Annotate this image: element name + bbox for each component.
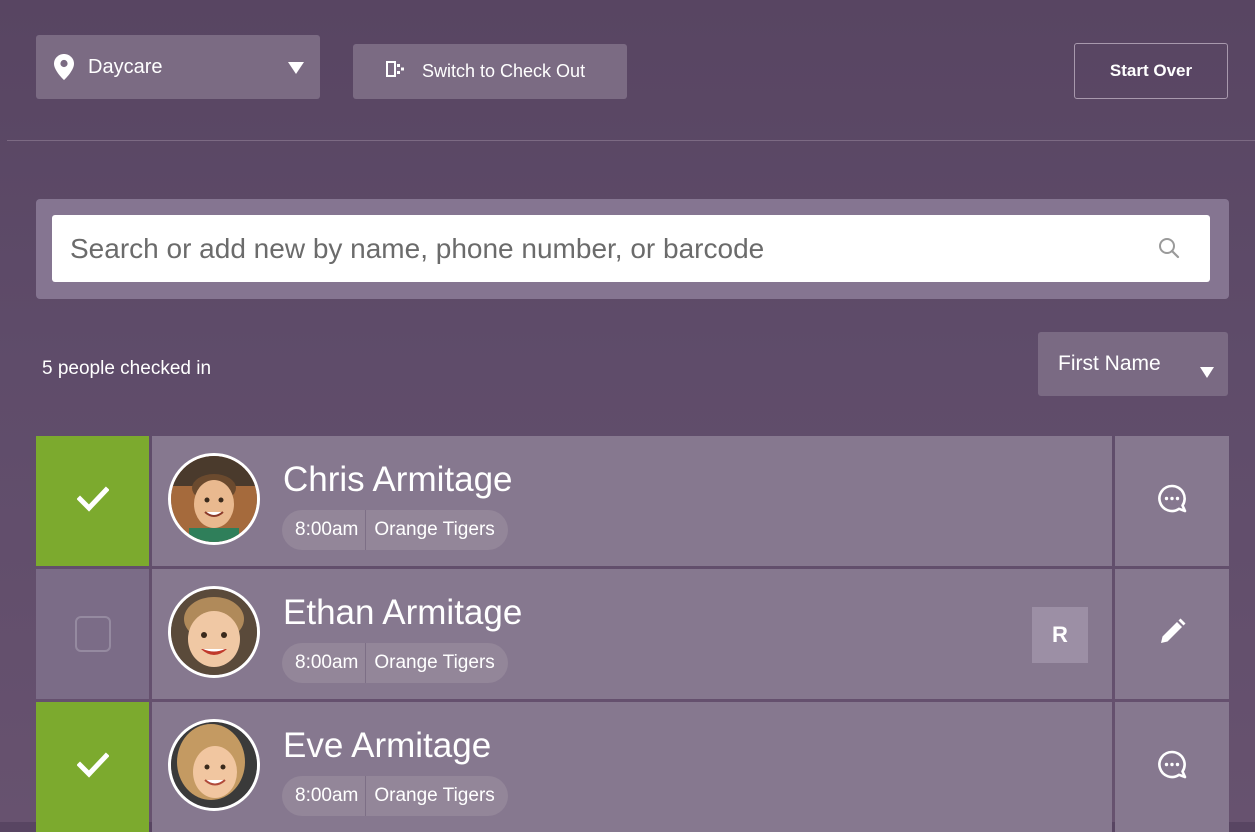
- message-icon: [1157, 750, 1187, 785]
- avatar: [168, 586, 260, 678]
- checkin-time: 8:00am: [282, 776, 367, 816]
- location-select-value: Daycare: [88, 55, 163, 78]
- person-name: Chris Armitage: [283, 460, 513, 499]
- switch-to-check-out-button[interactable]: Switch to Check Out: [353, 44, 627, 99]
- location-select[interactable]: Daycare: [36, 35, 320, 99]
- message-button[interactable]: [1115, 436, 1229, 566]
- person-info[interactable]: Chris Armitage 8:00am Orange Tigers: [152, 436, 1112, 566]
- check-in-toggle[interactable]: [36, 702, 149, 832]
- chevron-down-icon: [1200, 360, 1214, 384]
- check-in-toggle[interactable]: [36, 569, 149, 699]
- r-badge: R: [1032, 607, 1088, 663]
- checked-in-count: 5 people checked in: [42, 358, 212, 379]
- chevron-down-icon: [288, 61, 304, 79]
- avatar: [168, 719, 260, 811]
- checkin-room: Orange Tigers: [374, 519, 495, 540]
- checkmark-icon: [75, 751, 110, 783]
- search-panel: [36, 199, 1229, 299]
- search-input[interactable]: [68, 231, 1132, 266]
- checkin-room: Orange Tigers: [374, 652, 495, 673]
- search-icon[interactable]: [1158, 237, 1180, 264]
- checkbox: [74, 616, 111, 652]
- check-in-toggle[interactable]: [36, 436, 149, 566]
- list-item: Chris Armitage 8:00am Orange Tigers: [36, 436, 1229, 566]
- edit-button[interactable]: [1115, 569, 1229, 699]
- person-name: Eve Armitage: [283, 726, 492, 765]
- checkin-details: 8:00am Orange Tigers: [282, 643, 508, 683]
- avatar: [168, 453, 260, 545]
- list-item: Ethan Armitage 8:00am Orange Tigers R: [36, 569, 1229, 699]
- map-pin-icon: [54, 54, 74, 80]
- checkin-details: 8:00am Orange Tigers: [282, 776, 508, 816]
- person-info[interactable]: Ethan Armitage 8:00am Orange Tigers R: [152, 569, 1112, 699]
- person-name: Ethan Armitage: [283, 593, 523, 632]
- sort-select[interactable]: First Name: [1038, 332, 1228, 396]
- message-icon: [1157, 484, 1187, 519]
- checkin-details: 8:00am Orange Tigers: [282, 510, 508, 550]
- switch-button-label: Switch to Check Out: [422, 61, 586, 81]
- checkin-time: 8:00am: [282, 643, 367, 683]
- sort-select-value: First Name: [1058, 352, 1161, 375]
- switch-icon: [386, 60, 404, 83]
- start-over-button[interactable]: Start Over: [1074, 43, 1228, 99]
- person-info[interactable]: Eve Armitage 8:00am Orange Tigers: [152, 702, 1112, 832]
- checkin-room: Orange Tigers: [374, 785, 495, 806]
- checkmark-icon: [75, 485, 110, 517]
- search-box: [52, 215, 1210, 282]
- top-bar: Daycare Switch to Check Out Start Over: [0, 0, 1255, 141]
- pencil-icon: [1157, 617, 1187, 652]
- list-item: Eve Armitage 8:00am Orange Tigers: [36, 702, 1229, 832]
- message-button[interactable]: [1115, 702, 1229, 832]
- header-divider: [7, 140, 1255, 141]
- checkin-time: 8:00am: [282, 510, 367, 550]
